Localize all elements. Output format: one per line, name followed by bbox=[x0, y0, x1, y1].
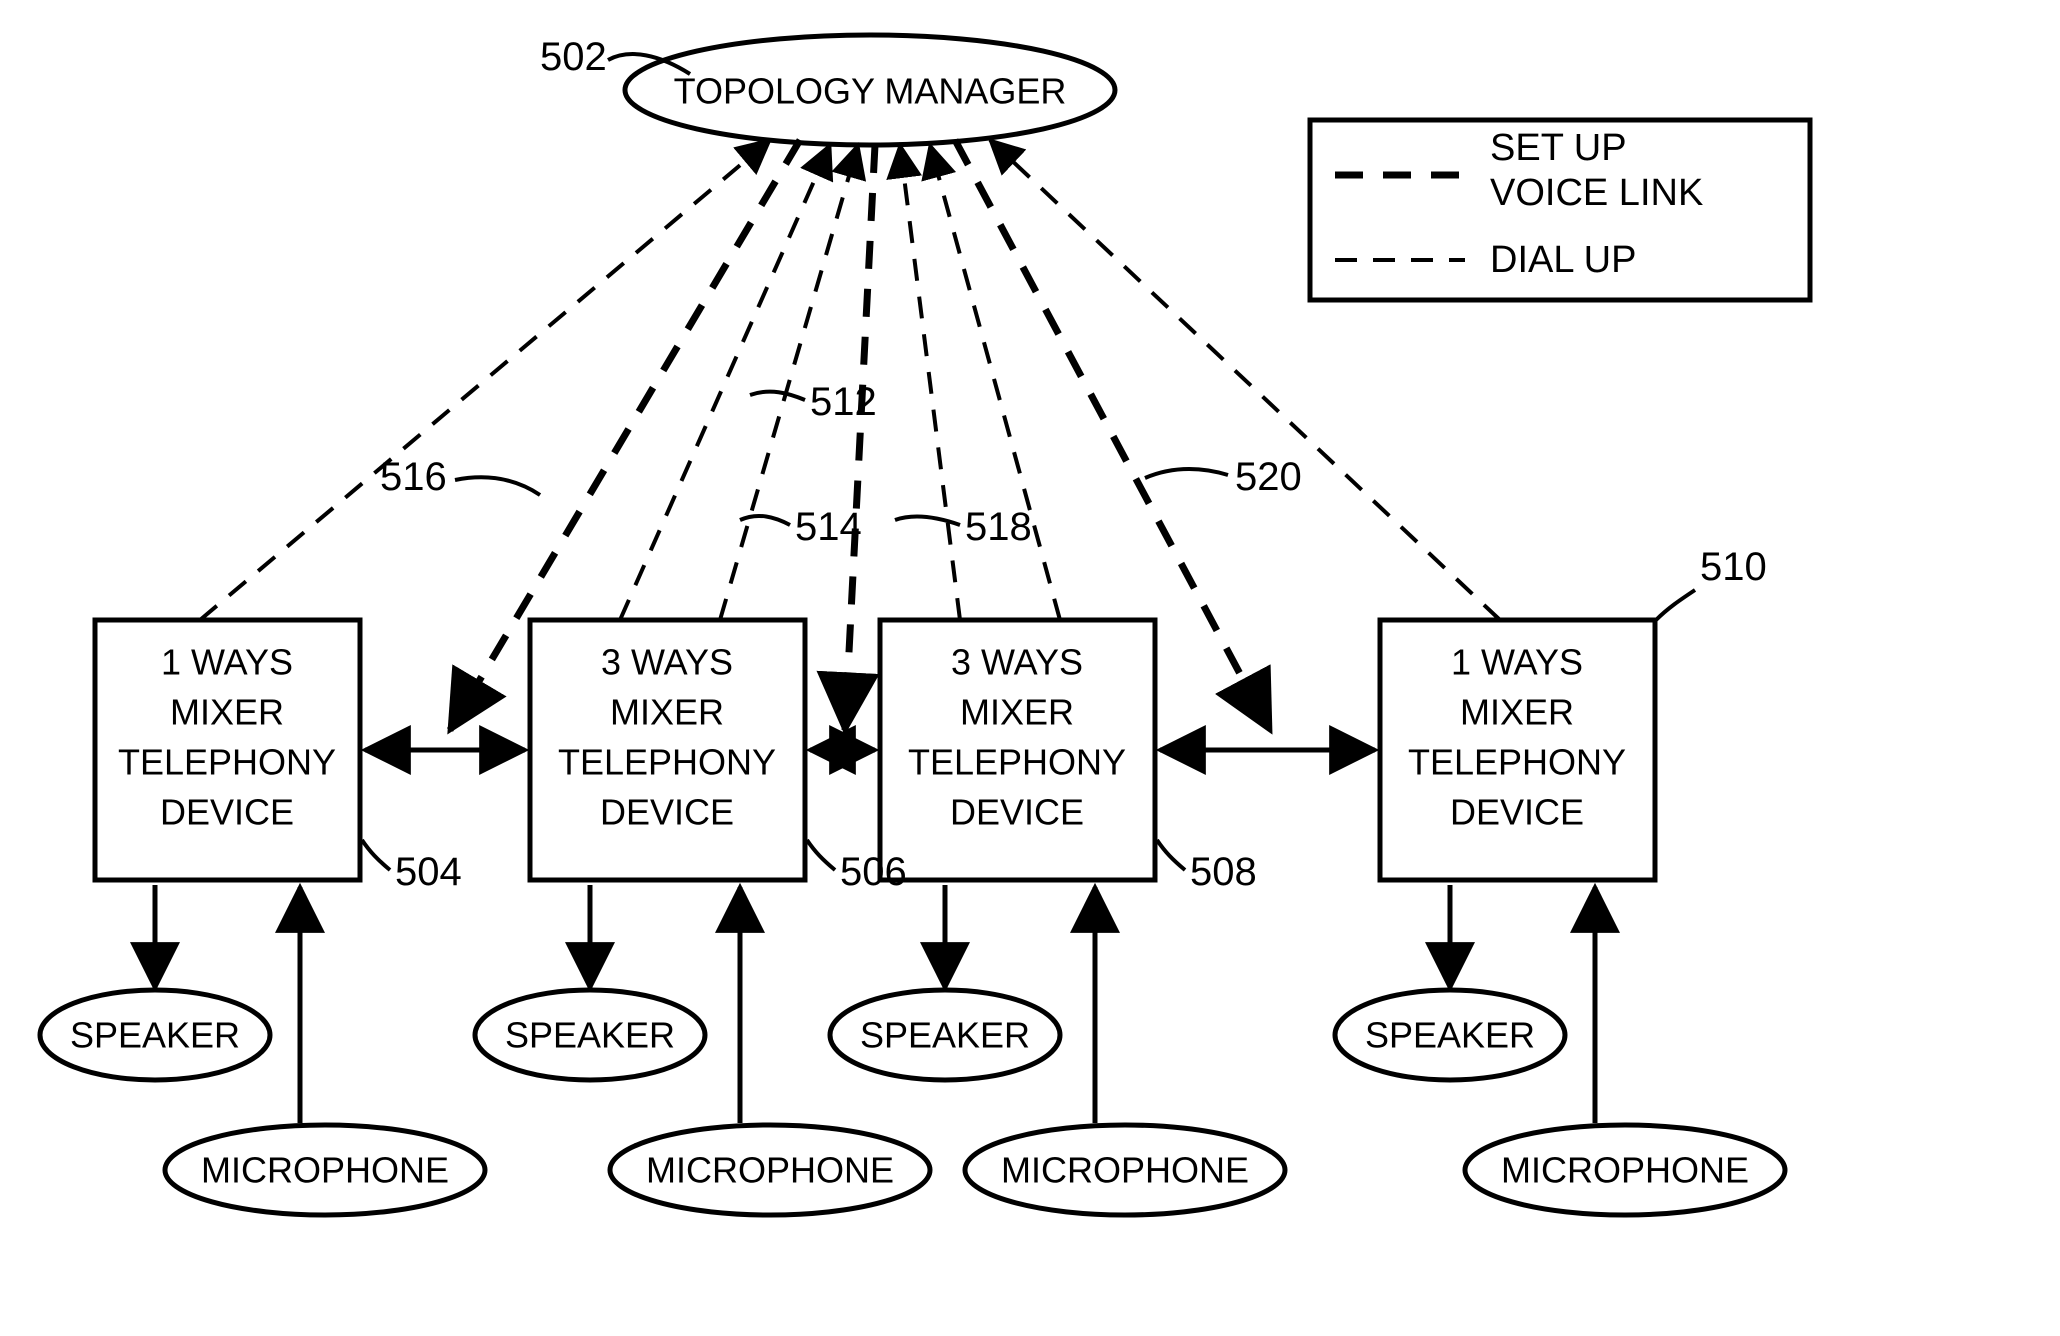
svg-text:MIXER: MIXER bbox=[170, 692, 284, 733]
svg-text:510: 510 bbox=[1700, 545, 1767, 589]
svg-text:506: 506 bbox=[840, 850, 907, 894]
device-504: 1 WAYS MIXER TELEPHONY DEVICE bbox=[95, 620, 360, 880]
legend-setup-line1: SET UP bbox=[1490, 127, 1627, 169]
svg-text:MICROPHONE: MICROPHONE bbox=[201, 1150, 449, 1191]
svg-text:TELEPHONY: TELEPHONY bbox=[1408, 742, 1626, 783]
svg-text:SPEAKER: SPEAKER bbox=[70, 1015, 240, 1056]
speaker-508: SPEAKER bbox=[830, 885, 1060, 1080]
svg-text:SPEAKER: SPEAKER bbox=[505, 1015, 675, 1056]
svg-text:DEVICE: DEVICE bbox=[160, 792, 294, 833]
svg-text:518: 518 bbox=[965, 505, 1032, 549]
legend-setup-line2: VOICE LINK bbox=[1490, 172, 1703, 214]
svg-text:MICROPHONE: MICROPHONE bbox=[646, 1150, 894, 1191]
device-506: 3 WAYS MIXER TELEPHONY DEVICE bbox=[530, 620, 805, 880]
legend-dialup: DIAL UP bbox=[1490, 239, 1636, 281]
svg-text:512: 512 bbox=[810, 380, 877, 424]
svg-text:TELEPHONY: TELEPHONY bbox=[558, 742, 776, 783]
svg-text:3 WAYS: 3 WAYS bbox=[951, 642, 1083, 683]
dialup-510 bbox=[990, 140, 1500, 620]
speaker-510: SPEAKER bbox=[1335, 885, 1565, 1080]
topology-manager: TOPOLOGY MANAGER bbox=[625, 35, 1115, 145]
ref-520: 520 bbox=[1145, 455, 1302, 499]
dialup-504 bbox=[200, 140, 770, 620]
ref-514: 514 bbox=[740, 505, 862, 549]
svg-text:514: 514 bbox=[795, 505, 862, 549]
svg-text:516: 516 bbox=[380, 455, 447, 499]
svg-text:DEVICE: DEVICE bbox=[600, 792, 734, 833]
svg-text:MIXER: MIXER bbox=[1460, 692, 1574, 733]
svg-text:MICROPHONE: MICROPHONE bbox=[1501, 1150, 1749, 1191]
svg-text:DEVICE: DEVICE bbox=[950, 792, 1084, 833]
ref-510: 510 bbox=[1656, 545, 1767, 620]
setup-518 bbox=[845, 145, 875, 730]
speaker-504: SPEAKER bbox=[40, 885, 270, 1080]
svg-text:3 WAYS: 3 WAYS bbox=[601, 642, 733, 683]
speaker-506: SPEAKER bbox=[475, 885, 705, 1080]
ref-512: 512 bbox=[750, 380, 877, 424]
ref-516: 516 bbox=[380, 455, 540, 499]
device-510: 1 WAYS MIXER TELEPHONY DEVICE bbox=[1380, 620, 1655, 880]
legend: SET UP VOICE LINK DIAL UP bbox=[1310, 120, 1810, 300]
svg-text:1 WAYS: 1 WAYS bbox=[161, 642, 293, 683]
ref-508: 508 bbox=[1157, 840, 1257, 894]
ref-506: 506 bbox=[807, 840, 907, 894]
svg-text:TELEPHONY: TELEPHONY bbox=[908, 742, 1126, 783]
device-508: 3 WAYS MIXER TELEPHONY DEVICE bbox=[880, 620, 1155, 880]
svg-text:MICROPHONE: MICROPHONE bbox=[1001, 1150, 1249, 1191]
svg-text:520: 520 bbox=[1235, 455, 1302, 499]
svg-text:TELEPHONY: TELEPHONY bbox=[118, 742, 336, 783]
svg-text:502: 502 bbox=[540, 35, 607, 79]
svg-text:DEVICE: DEVICE bbox=[1450, 792, 1584, 833]
svg-text:MIXER: MIXER bbox=[610, 692, 724, 733]
svg-text:SPEAKER: SPEAKER bbox=[1365, 1015, 1535, 1056]
svg-text:SPEAKER: SPEAKER bbox=[860, 1015, 1030, 1056]
ref-518: 518 bbox=[895, 505, 1032, 549]
ref-504: 504 bbox=[362, 840, 462, 894]
svg-text:504: 504 bbox=[395, 850, 462, 894]
svg-text:1 WAYS: 1 WAYS bbox=[1451, 642, 1583, 683]
svg-text:508: 508 bbox=[1190, 850, 1257, 894]
svg-text:MIXER: MIXER bbox=[960, 692, 1074, 733]
topology-manager-label: TOPOLOGY MANAGER bbox=[674, 71, 1067, 112]
